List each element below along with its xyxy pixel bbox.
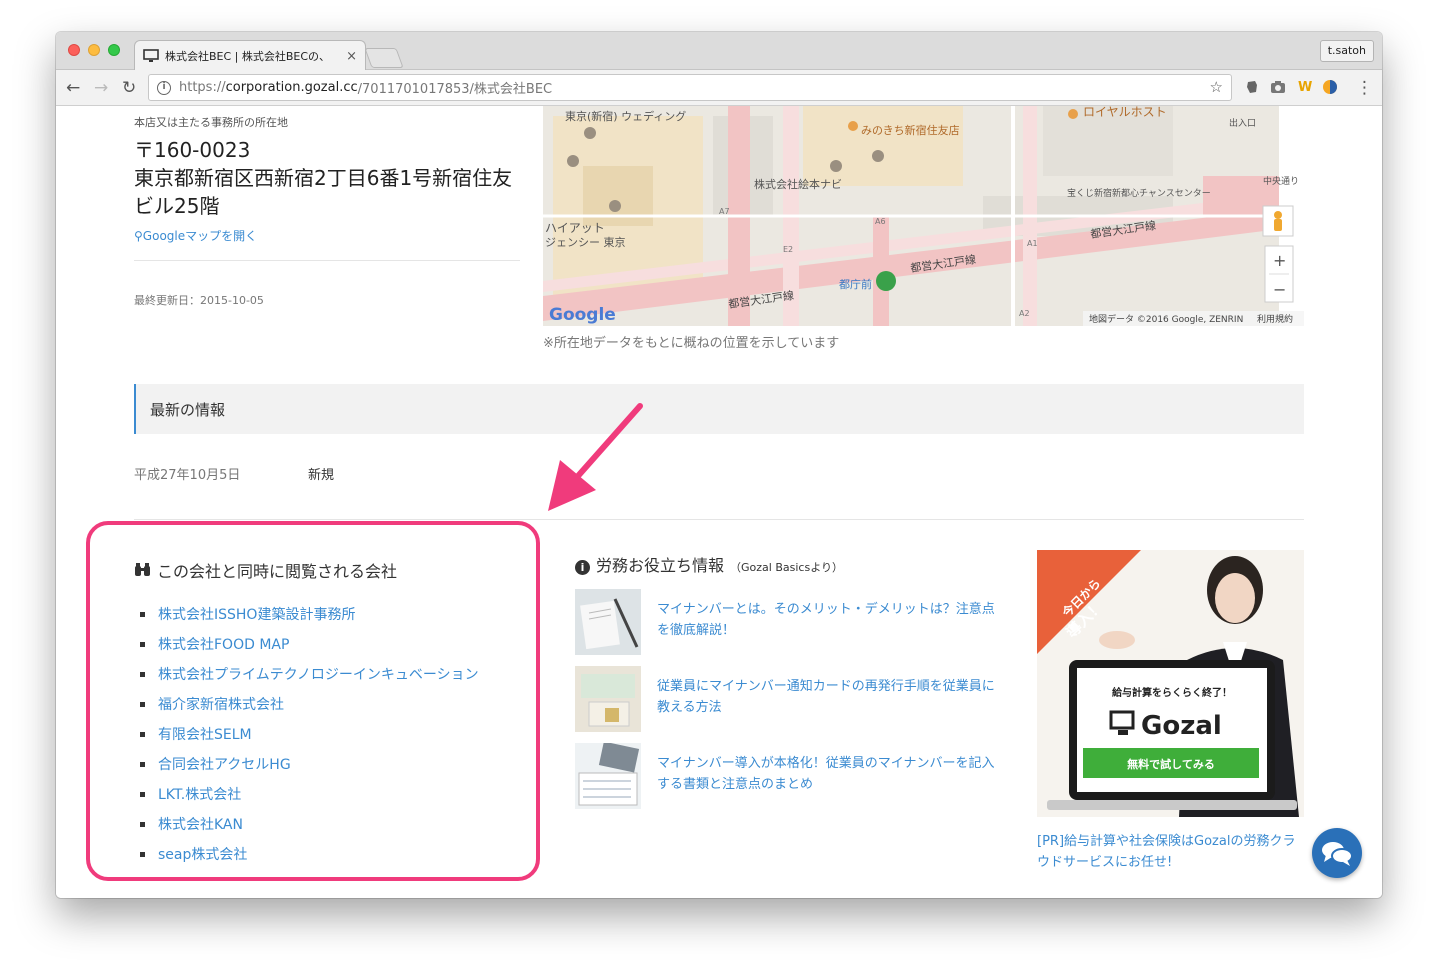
map-zoom-out-button[interactable]: − xyxy=(1273,280,1286,299)
map-zoom-in-button[interactable]: + xyxy=(1273,251,1286,270)
map-label-tochomae: 都庁前 xyxy=(839,277,872,291)
news-header: 最新の情報 xyxy=(134,384,1304,434)
url-scheme: https:// xyxy=(179,80,226,95)
map-label-a2: A2 xyxy=(1019,309,1030,318)
map-label-takarakuji: 宝くじ新宿新都心チャンスセンター xyxy=(1067,187,1211,199)
map-pin-icon: ⚲ xyxy=(134,229,143,243)
tab-bar: 株式会社BEC | 株式会社BECの、 × t.satoh xyxy=(56,32,1382,71)
map-label-exit: 出入口 xyxy=(1229,117,1256,129)
google-map-link[interactable]: ⚲Googleマップを開く xyxy=(134,227,257,244)
article-title-link[interactable]: マイナンバー導入が本格化！従業員のマイナンバーを記入する書類と注意点のまとめ xyxy=(657,753,1007,795)
article-thumbnail[interactable] xyxy=(575,743,641,809)
related-companies-title: この会社と同時に閲覧される会社 xyxy=(134,558,397,582)
hr-info-title-text: 労務お役立ち情報 xyxy=(596,556,725,575)
address-text: 〒160-0023 東京都新宿区西新宿2丁目6番1号新宿住友ビル25階 xyxy=(134,136,524,220)
divider xyxy=(134,260,520,261)
last-updated: 最終更新日：2015-10-05 xyxy=(134,294,264,307)
google-logo: Google xyxy=(549,305,616,325)
related-company-list: 株式会社ISSHO建築設計事務所 株式会社FOOD MAP 株式会社プライムテク… xyxy=(140,599,479,869)
company-link[interactable]: 株式会社FOOD MAP xyxy=(140,629,479,659)
browser-menu-icon[interactable]: ⋮ xyxy=(1356,78,1373,98)
company-link[interactable]: 株式会社KAN xyxy=(140,809,479,839)
minimize-window-button[interactable] xyxy=(88,44,100,56)
address-bar[interactable]: i https:// corporation.gozal.cc /7011701… xyxy=(148,74,1232,101)
extension-color-icon[interactable] xyxy=(1322,79,1338,95)
map-label-hyatt-2: ジェンシー 東京 xyxy=(545,235,626,249)
company-link[interactable]: 福介家新宿株式会社 xyxy=(140,689,479,719)
close-window-button[interactable] xyxy=(68,44,80,56)
tab-title: 株式会社BEC | 株式会社BECの、 xyxy=(165,50,331,63)
ad-headline: 給与計算をらくらく終了！ xyxy=(1112,686,1232,699)
browser-window: 株式会社BEC | 株式会社BECの、 × t.satoh ← → ↻ i ht… xyxy=(56,32,1382,898)
tab-close-icon[interactable]: × xyxy=(346,49,357,64)
related-companies-title-text: この会社と同時に閲覧される会社 xyxy=(157,562,398,581)
map-label-chuo: 中央通り xyxy=(1263,175,1299,187)
profile-button[interactable]: t.satoh xyxy=(1319,40,1374,62)
article-item[interactable]: 従業員にマイナンバー通知カードの再発行手順を従業員に教える方法 xyxy=(575,666,1005,732)
map-label-e2: E2 xyxy=(783,245,793,254)
map-label-a6: A6 xyxy=(875,217,886,226)
url-host: corporation.gozal.cc xyxy=(225,80,358,95)
binoculars-icon xyxy=(135,563,150,576)
article-thumbnail[interactable] xyxy=(575,589,641,655)
postal-code: 〒160-0023 xyxy=(134,138,251,162)
back-icon[interactable]: ← xyxy=(66,78,80,98)
google-map[interactable]: 東京(新宿) ウェディング みのきち新宿住友店 ロイヤルホスト 出入口 株式会社… xyxy=(543,106,1304,326)
hr-info-subtitle: （Gozal Basicsより） xyxy=(730,561,843,574)
browser-tab[interactable]: 株式会社BEC | 株式会社BECの、 × xyxy=(134,40,366,71)
map-label-wedding: 東京(新宿) ウェディング xyxy=(565,109,686,123)
company-link[interactable]: LKT.株式会社 xyxy=(140,779,479,809)
site-info-icon[interactable]: i xyxy=(157,80,171,95)
article-title-link[interactable]: マイナンバーとは。そのメリット・デメリットは？注意点を徹底解説！ xyxy=(657,599,1007,641)
extension-evernote-icon[interactable] xyxy=(1244,79,1260,95)
ad-brand: Gozal xyxy=(1141,711,1222,741)
map-note: ※所在地データをもとに概ねの位置を示しています xyxy=(543,336,840,351)
company-link[interactable]: 有限会社SELM xyxy=(140,719,479,749)
monitor-icon xyxy=(143,49,159,62)
article-item[interactable]: マイナンバー導入が本格化！従業員のマイナンバーを記入する書類と注意点のまとめ xyxy=(575,743,1005,809)
google-map-link-label: Googleマップを開く xyxy=(142,229,258,243)
extension-w-icon[interactable]: W xyxy=(1298,78,1312,98)
zoom-window-button[interactable] xyxy=(108,44,120,56)
new-tab-button[interactable] xyxy=(364,48,404,68)
map-label-michikita: みのきち新宿住友店 xyxy=(861,123,960,137)
browser-toolbar: ← → ↻ i https:// corporation.gozal.cc /7… xyxy=(56,70,1382,106)
chat-button[interactable] xyxy=(1312,828,1362,878)
ad-caption-link[interactable]: [PR]給与計算や社会保険はGozalの労務クラウドサービスにお任せ! xyxy=(1037,831,1307,873)
address-label: 本店又は主たる事務所の所在地 xyxy=(134,116,288,129)
news-date: 平成27年10月5日 xyxy=(134,468,241,483)
map-copyright: 地図データ ©2016 Google, ZENRIN xyxy=(1089,313,1243,325)
info-icon: i xyxy=(575,560,590,575)
url-path: /7011701017853/株式会社BEC xyxy=(357,82,553,97)
article-thumbnail[interactable] xyxy=(575,666,641,732)
address-line: 東京都新宿区西新宿2丁目6番1号新宿住友ビル25階 xyxy=(134,166,513,218)
map-canvas[interactable]: 東京(新宿) ウェディング みのきち新宿住友店 ロイヤルホスト 出入口 株式会社… xyxy=(543,106,1304,326)
company-link[interactable]: seap株式会社 xyxy=(140,839,479,869)
ad-cta-button[interactable]: 無料で試してみる xyxy=(1127,757,1215,771)
gozal-ad-banner[interactable]: 今日から 導入！ 給与計算をらくらく終了！ Gozal 無料で試してみる xyxy=(1037,550,1304,817)
company-link[interactable]: 株式会社プライムテクノロジーインキュベーション xyxy=(140,659,479,689)
hr-info-title: i 労務お役立ち情報 （Gozal Basicsより） xyxy=(575,552,843,576)
page-content: 本店又は主たる事務所の所在地 〒160-0023 東京都新宿区西新宿2丁目6番1… xyxy=(56,106,1382,898)
map-label-a1: A1 xyxy=(1027,239,1038,248)
map-label-royal: ロイヤルホスト xyxy=(1083,106,1167,119)
news-title: 最新の情報 xyxy=(150,401,226,419)
divider xyxy=(134,519,1304,520)
camera-icon[interactable] xyxy=(1270,80,1286,94)
chat-bubble-icon xyxy=(1322,842,1353,866)
article-item[interactable]: マイナンバーとは。そのメリット・デメリットは？注意点を徹底解説！ xyxy=(575,589,1005,655)
article-title-link[interactable]: 従業員にマイナンバー通知カードの再発行手順を従業員に教える方法 xyxy=(657,676,1007,718)
ad-artwork[interactable]: 今日から 導入！ 給与計算をらくらく終了！ Gozal 無料で試してみる xyxy=(1037,550,1304,817)
map-terms-link[interactable]: 利用規約 xyxy=(1257,313,1293,325)
map-label-ehon: 株式会社絵本ナビ xyxy=(754,177,842,191)
related-companies-box: この会社と同時に閲覧される会社 株式会社ISSHO建築設計事務所 株式会社FOO… xyxy=(86,521,540,881)
company-link[interactable]: 合同会社アクセルHG xyxy=(140,749,479,779)
map-label-a7: A7 xyxy=(719,207,730,216)
forward-icon[interactable]: → xyxy=(94,78,108,98)
news-kind: 新規 xyxy=(308,468,335,483)
bookmark-star-icon[interactable]: ☆ xyxy=(1210,78,1223,96)
company-link[interactable]: 株式会社ISSHO建築設計事務所 xyxy=(140,599,479,629)
reload-icon[interactable]: ↻ xyxy=(122,78,136,98)
map-label-hyatt-1: ハイアット xyxy=(545,221,605,235)
